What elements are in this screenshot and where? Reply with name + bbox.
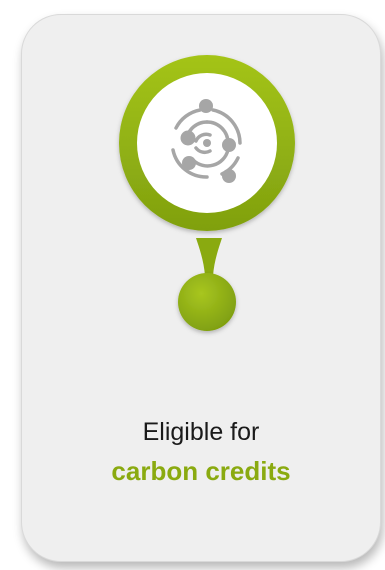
caption-line-2: carbon credits [111, 456, 291, 486]
caption-line-1: Eligible for [142, 418, 260, 446]
pin-stem [196, 238, 222, 276]
pin-ball [178, 273, 236, 331]
map-pin-badge [119, 55, 295, 331]
